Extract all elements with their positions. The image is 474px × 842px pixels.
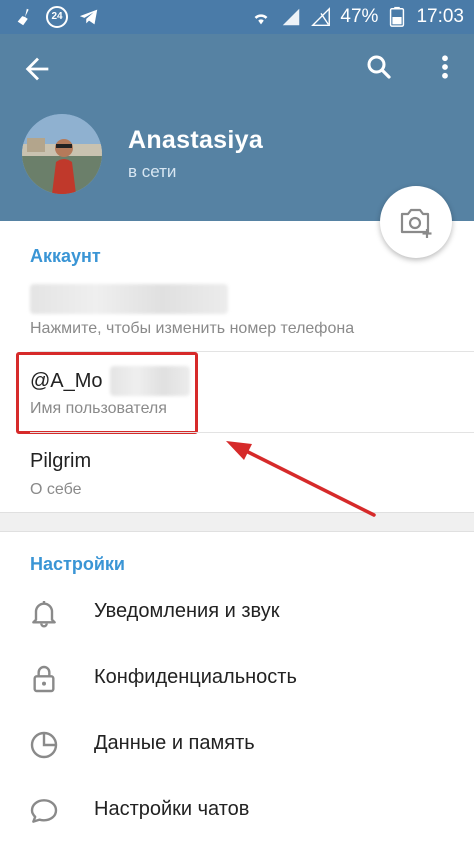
add-photo-icon: [400, 208, 432, 238]
notification-count-badge: 24: [46, 6, 68, 28]
pie-chart-icon: [30, 731, 58, 759]
bell-icon: [32, 601, 56, 628]
search-icon[interactable]: [364, 52, 394, 82]
bio-value: Pilgrim: [30, 450, 92, 472]
battery-percent: 47%: [340, 6, 379, 27]
settings-item-label: Настройки чатов: [94, 798, 250, 820]
telegram-icon: [79, 9, 98, 25]
signal-icon: [283, 8, 300, 26]
phone-hint: Нажмите, чтобы изменить номер телефона: [30, 320, 355, 337]
clock: 17:03: [416, 6, 464, 27]
profile-name: Anastasiya: [128, 126, 264, 154]
broom-icon: [17, 8, 29, 26]
arrow-shaft: [238, 446, 376, 517]
settings-item-label: Данные и память: [94, 732, 255, 754]
settings-item-label: Уведомления и звук: [94, 600, 280, 622]
avatar-photo: [22, 114, 102, 194]
settings-item-notifications[interactable]: Уведомления и звук: [0, 580, 474, 646]
more-vert-icon[interactable]: [438, 52, 452, 82]
settings-item-chats[interactable]: Настройки чатов: [0, 778, 474, 842]
settings-section-title: Настройки: [30, 554, 125, 574]
divider: [30, 432, 474, 433]
section-separator: [0, 512, 474, 532]
battery-icon: [390, 6, 405, 27]
settings-item-data[interactable]: Данные и память: [0, 712, 474, 778]
avatar[interactable]: [22, 114, 102, 194]
phone-number-redacted: [30, 284, 228, 314]
signal-muted-icon: [311, 7, 331, 26]
username-highlight-box: [16, 352, 198, 434]
arrow-head: [226, 441, 252, 460]
status-bar: 24 47% 17:03: [0, 0, 474, 34]
wifi-icon: [255, 14, 268, 25]
settings-item-privacy[interactable]: Конфиденциальность: [0, 646, 474, 712]
lock-icon: [33, 665, 55, 693]
chat-bubble-icon: [30, 799, 58, 823]
back-arrow-icon[interactable]: [20, 52, 54, 86]
set-photo-button[interactable]: [380, 186, 452, 258]
settings-item-label: Конфиденциальность: [94, 666, 297, 688]
account-section-title: Аккаунт: [30, 246, 101, 266]
bio-label: О себе: [30, 481, 82, 498]
online-status: в сети: [128, 162, 177, 181]
